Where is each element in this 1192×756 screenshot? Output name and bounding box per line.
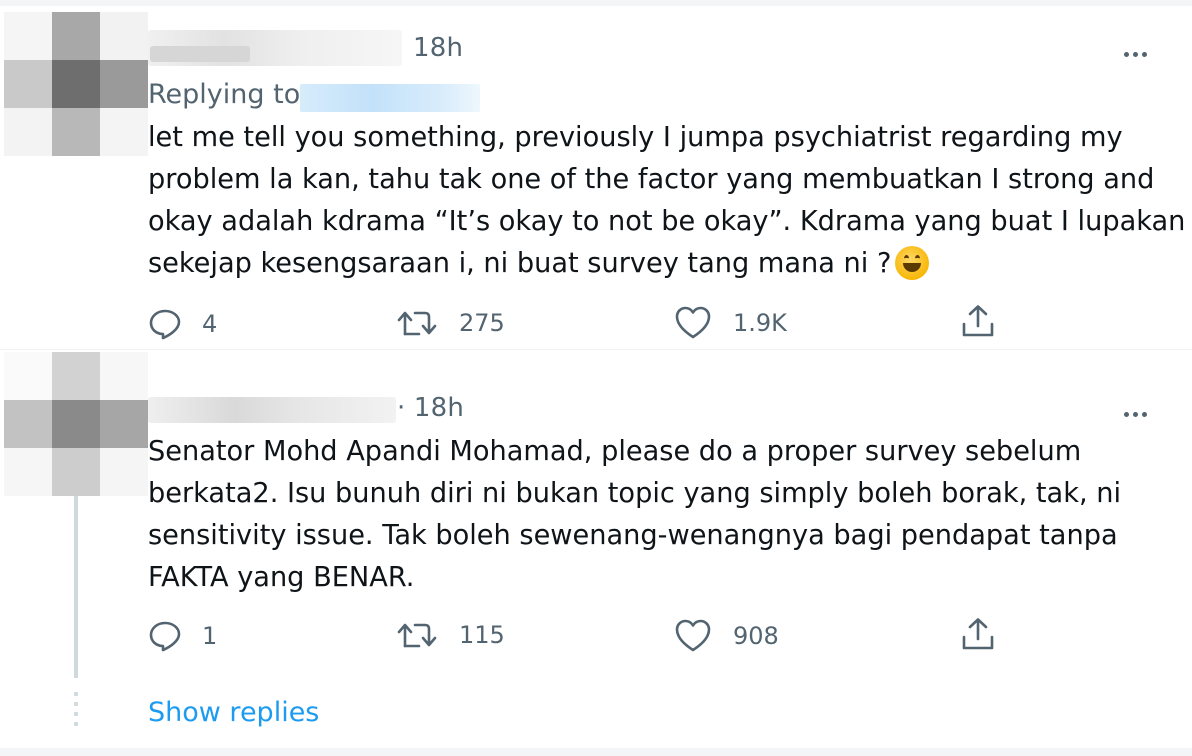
retweet-count: 275 <box>459 309 505 337</box>
avatar[interactable] <box>4 12 148 156</box>
reply-icon <box>149 309 181 340</box>
tweet-timestamp[interactable]: 18h <box>413 33 463 63</box>
reply-button[interactable]: 4 <box>148 308 217 340</box>
avatar[interactable] <box>4 352 148 496</box>
replying-to-label: Replying to <box>148 79 301 110</box>
share-icon <box>962 618 994 650</box>
tweet-timestamp[interactable]: · 18h <box>397 393 464 423</box>
tweet-text: Senator Mohd Apandi Mohamad, please do a… <box>148 436 1122 593</box>
show-replies-link[interactable]: Show replies <box>148 697 319 728</box>
frame-top <box>0 0 1192 6</box>
more-options-icon[interactable] <box>1122 404 1149 417</box>
reply-icon <box>149 621 181 652</box>
like-button[interactable]: 1.9K <box>675 306 787 340</box>
share-button[interactable] <box>961 304 995 338</box>
retweet-button[interactable]: 115 <box>397 620 505 650</box>
frame-bottom <box>0 748 1192 756</box>
more-options-icon[interactable] <box>1122 44 1149 57</box>
reply-count: 4 <box>202 310 218 338</box>
share-button[interactable] <box>961 617 995 651</box>
reply-button[interactable]: 1 <box>148 620 217 652</box>
tweet-text: let me tell you something, previously I … <box>148 117 1185 285</box>
retweet-count: 115 <box>459 621 505 649</box>
retweet-button[interactable]: 275 <box>397 308 505 338</box>
like-icon <box>675 619 711 652</box>
thread-connector-line <box>74 496 78 678</box>
like-count: 908 <box>733 622 779 650</box>
grinning-squinting-face-emoji-icon <box>895 246 930 280</box>
thread-connector-dots <box>74 692 78 732</box>
like-button[interactable]: 908 <box>675 619 779 653</box>
author-handle-redacted <box>150 46 250 62</box>
retweet-icon <box>397 311 437 336</box>
like-count: 1.9K <box>733 309 787 337</box>
tweet-thread: 18h Replying to let me tell you somethin… <box>0 0 1192 756</box>
tweet-divider <box>0 349 1192 350</box>
like-icon <box>675 306 711 339</box>
retweet-icon <box>397 623 437 648</box>
reply-count: 1 <box>202 622 218 650</box>
share-icon <box>962 305 994 337</box>
tweet-text-body: let me tell you something, previously I … <box>148 122 1186 279</box>
author-name-redacted[interactable] <box>148 397 396 423</box>
replying-to-handle-redacted[interactable] <box>300 84 480 112</box>
